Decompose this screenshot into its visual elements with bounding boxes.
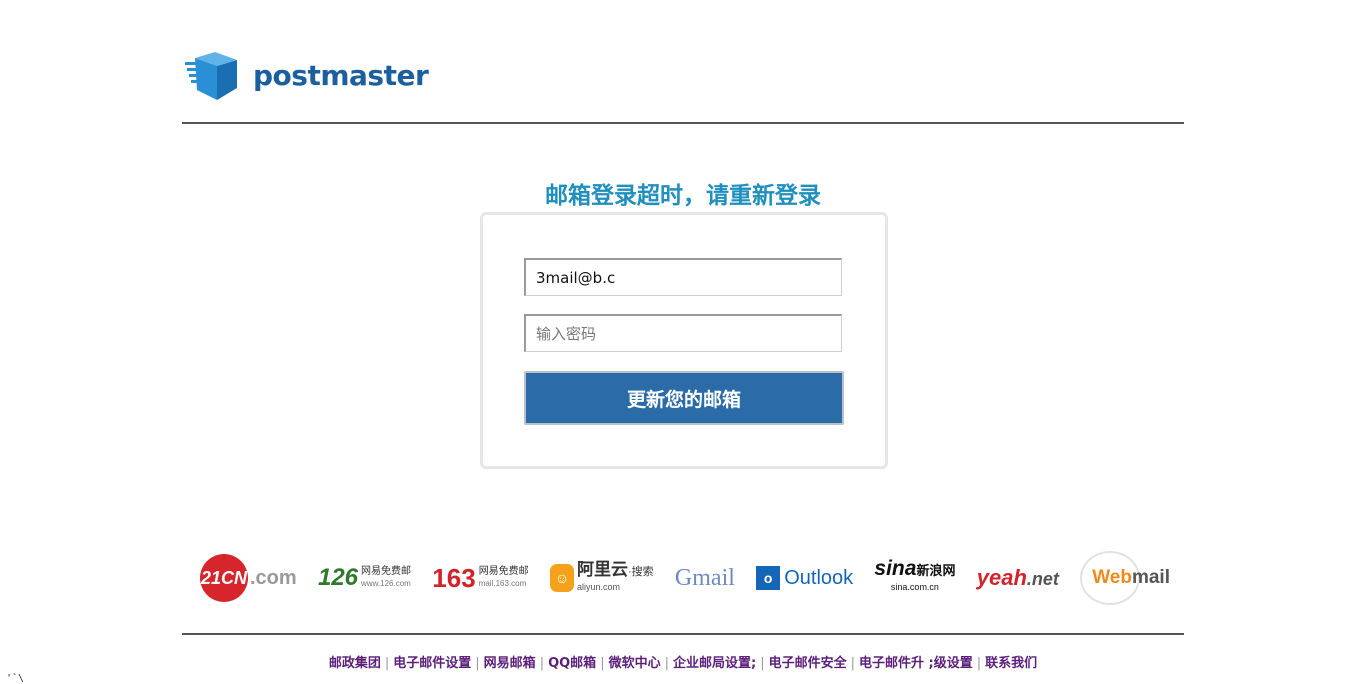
footer-link-postal-group[interactable]: 邮政集团: [329, 656, 381, 671]
footer-link-email-upgrade[interactable]: 电子邮件升 ;级设置: [859, 656, 973, 671]
provider-aliyun-tag: ·搜索: [627, 565, 654, 578]
provider-aliyun-name: 阿里云: [576, 559, 628, 579]
footer-link-contact-us[interactable]: 联系我们: [985, 656, 1037, 671]
provider-163-sub: 网易免费邮: [478, 566, 529, 577]
brand-logo[interactable]: postmaster: [185, 48, 429, 102]
footer-divider: [182, 633, 1184, 635]
footer-link-enterprise-settings[interactable]: 企业邮局设置;: [673, 656, 756, 671]
provider-aliyun-logo[interactable]: ☺ 阿里云·搜索 aliyun.com: [549, 559, 654, 595]
provider-21cn-logo[interactable]: 21CN .com: [200, 554, 297, 602]
provider-126-url: www.126.com: [361, 579, 411, 588]
footer-link-qq-mail[interactable]: QQ邮箱: [548, 656, 596, 671]
aliyun-icon: ☺: [549, 564, 574, 592]
provider-webmail-name: Web: [1092, 567, 1132, 588]
provider-gmail-logo[interactable]: Gmail: [675, 565, 735, 592]
outlook-icon: o: [756, 566, 781, 590]
footer-links: 邮政集团 | 电子邮件设置 | 网易邮箱 | QQ邮箱 | 微软中心 | 企业邮局设置; | 电子邮件安…: [328, 656, 1038, 671]
provider-sina-logo[interactable]: sina新浪网 sina.com.cn: [874, 558, 956, 595]
update-mailbox-button[interactable]: 更新您的邮箱: [524, 371, 844, 425]
provider-webmail-logo[interactable]: Webmail: [1080, 551, 1170, 605]
provider-sina-name: sina: [874, 557, 917, 580]
password-input[interactable]: [524, 314, 842, 352]
header: postmaster: [182, 40, 1184, 124]
provider-163-logo[interactable]: 163 网易免费邮 mail.163.com: [432, 563, 528, 594]
provider-outlook-name: Outlook: [784, 566, 854, 589]
provider-21cn-name: 21CN: [200, 554, 248, 602]
provider-126-name: 126: [317, 564, 359, 591]
provider-outlook-logo[interactable]: o Outlook: [756, 566, 853, 590]
provider-163-name: 163: [432, 562, 476, 593]
stray-text: '`\: [6, 673, 25, 684]
provider-126-logo[interactable]: 126 网易免费邮 www.126.com: [318, 564, 411, 592]
email-input[interactable]: [524, 258, 842, 296]
provider-163-url: mail.163.com: [478, 579, 527, 588]
brand-name: postmaster: [253, 58, 429, 92]
provider-126-sub: 网易免费邮: [361, 566, 412, 577]
box-logo-icon: [185, 52, 237, 100]
provider-sina-tag: 新浪网: [916, 563, 956, 578]
footer-link-email-security[interactable]: 电子邮件安全: [769, 656, 847, 671]
footer-link-email-settings[interactable]: 电子邮件设置: [393, 656, 471, 671]
provider-yeah-name: yeah: [976, 565, 1027, 590]
provider-yeah-suffix: .net: [1026, 569, 1059, 589]
mail-provider-logos: 21CN .com 126 网易免费邮 www.126.com 163 网易免费…: [200, 545, 1170, 611]
provider-webmail-suffix: mail: [1131, 567, 1170, 588]
provider-gmail-name: Gmail: [674, 564, 735, 591]
provider-sina-url: sina.com.cn: [890, 582, 939, 592]
footer-link-netease-mail[interactable]: 网易邮箱: [484, 656, 536, 671]
footer-link-microsoft-center[interactable]: 微软中心: [609, 656, 661, 671]
session-timeout-notice: 邮箱登录超时，请重新登录: [545, 183, 821, 209]
provider-21cn-suffix: .com: [250, 566, 297, 589]
provider-yeah-logo[interactable]: yeah.net: [977, 565, 1059, 591]
login-form: 更新您的邮箱: [480, 212, 888, 469]
provider-aliyun-url: aliyun.com: [576, 581, 620, 592]
